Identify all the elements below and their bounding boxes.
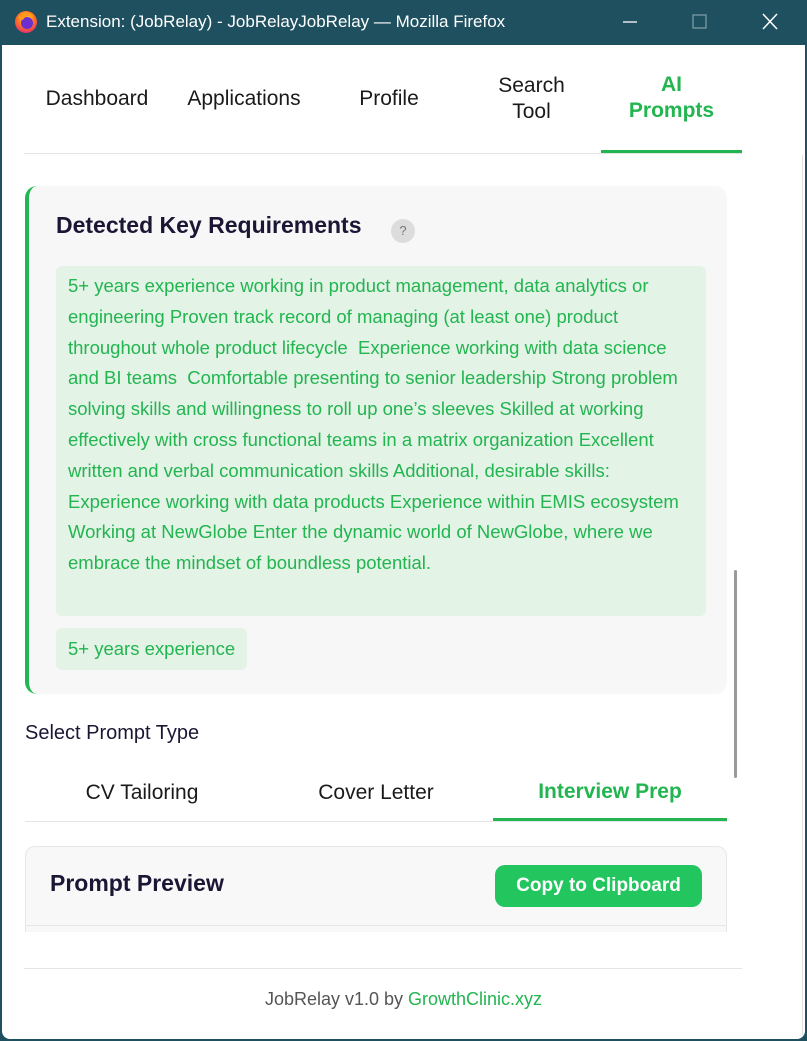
tab-cv-tailoring[interactable]: CV Tailoring bbox=[25, 765, 259, 821]
footer-link[interactable]: GrowthClinic.xyz bbox=[408, 989, 542, 1009]
tab-dashboard[interactable]: Dashboard bbox=[24, 45, 170, 153]
maximize-icon[interactable] bbox=[681, 8, 717, 36]
scrollbar[interactable] bbox=[734, 158, 738, 778]
preview-divider bbox=[26, 925, 726, 926]
tab-search-tool[interactable]: Search Tool bbox=[474, 45, 589, 153]
prompt-type-tabs: CV Tailoring Cover Letter Interview Prep bbox=[25, 765, 727, 822]
requirements-title: Detected Key Requirements bbox=[56, 212, 362, 238]
footer-text: JobRelay v1.0 by bbox=[264, 989, 409, 1009]
help-icon[interactable]: ? bbox=[391, 219, 415, 243]
firefox-logo-icon bbox=[15, 11, 37, 33]
scroll-thumb[interactable] bbox=[734, 570, 737, 778]
panel-edge bbox=[802, 155, 803, 1035]
requirement-chip[interactable]: 5+ years experience bbox=[56, 628, 248, 670]
requirements-card: Detected Key Requirements ? 5+ years exp… bbox=[25, 186, 727, 694]
tab-interview-prep[interactable]: Interview Prep bbox=[493, 765, 727, 821]
main-nav: Dashboard Applications Profile Search To… bbox=[24, 45, 742, 154]
tab-cover-letter[interactable]: Cover Letter bbox=[259, 765, 493, 821]
footer-divider bbox=[24, 968, 742, 969]
title-bar: Extension: (JobRelay) - JobRelayJobRelay… bbox=[0, 0, 807, 45]
prompt-type-label: Select Prompt Type bbox=[25, 722, 200, 744]
window-title: Extension: (JobRelay) - JobRelayJobRelay… bbox=[46, 12, 506, 31]
footer: JobRelay v1.0 by GrowthClinic.xyz bbox=[2, 989, 805, 1010]
tab-applications[interactable]: Applications bbox=[174, 45, 314, 153]
prompt-preview-card: Prompt Preview Copy to Clipboard bbox=[25, 846, 727, 932]
tab-ai-prompts[interactable]: AI Prompts bbox=[601, 45, 742, 153]
copy-to-clipboard-button[interactable]: Copy to Clipboard bbox=[495, 865, 702, 907]
minimize-icon[interactable] bbox=[612, 8, 648, 36]
close-icon[interactable] bbox=[752, 8, 788, 36]
browser-window: Extension: (JobRelay) - JobRelayJobRelay… bbox=[0, 0, 807, 1041]
extension-panel: Dashboard Applications Profile Search To… bbox=[2, 45, 805, 1039]
tab-profile[interactable]: Profile bbox=[324, 45, 454, 153]
prompt-preview-title: Prompt Preview bbox=[50, 870, 224, 896]
requirements-text: 5+ years experience working in product m… bbox=[56, 266, 706, 616]
